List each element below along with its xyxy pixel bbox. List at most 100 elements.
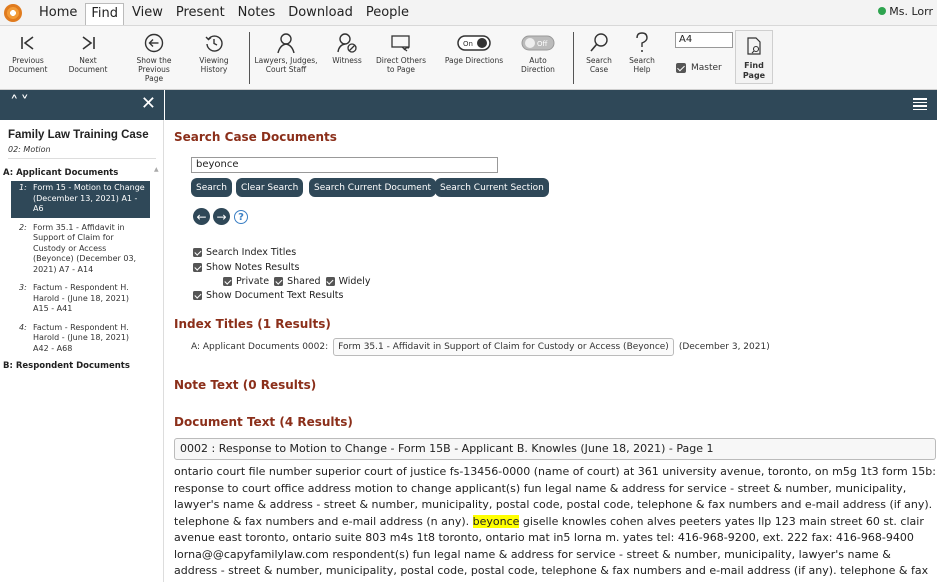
index-result-date: (December 3, 2021): [678, 342, 770, 352]
witness-label: Witness: [332, 56, 362, 65]
doc-label: Factum - Respondent H. Harold - (June 18…: [33, 283, 130, 313]
menu-bar: Home Find View Present Notes Download Pe…: [0, 0, 937, 26]
section-respondent-documents[interactable]: B: Respondent Documents: [3, 361, 163, 371]
search-case-label: Search Case: [586, 56, 612, 74]
scroll-up-icon[interactable]: ▲: [154, 166, 159, 173]
doc-label: Form 35.1 - Affidavit in Support of Clai…: [33, 222, 137, 274]
search-current-section-button[interactable]: Search Current Section: [435, 178, 549, 197]
document-result-text[interactable]: ontario court file number superior court…: [174, 464, 936, 582]
show-previous-page-label: Show the Previous Page: [136, 56, 172, 83]
section-applicant-documents[interactable]: A: Applicant Documents: [3, 168, 163, 178]
menu-find[interactable]: Find: [85, 3, 125, 25]
collapse-expand-icon[interactable]: ˄˅: [10, 93, 31, 113]
user-status[interactable]: Ms. Lorr: [878, 5, 933, 18]
case-title: Family Law Training Case: [8, 129, 149, 141]
doc-label: Form 15 - Motion to Change (December 13,…: [33, 183, 145, 213]
show-document-text-checkbox[interactable]: Show Document Text Results: [193, 290, 343, 301]
page-directions-toggle[interactable]: On Page Directions: [444, 30, 504, 65]
skip-previous-icon: [21, 36, 34, 50]
clear-search-button[interactable]: Clear Search: [236, 178, 304, 197]
previous-document-button[interactable]: Previous Document: [8, 30, 48, 74]
document-result-header[interactable]: 0002 : Response to Motion to Change - Fo…: [174, 438, 936, 460]
menu-notes[interactable]: Notes: [233, 2, 281, 23]
search-index-titles-checkbox[interactable]: Search Index Titles: [193, 247, 296, 258]
search-case-button[interactable]: Search Case: [580, 30, 618, 74]
back-arrow-icon: [144, 33, 164, 53]
doc-number: 1:: [19, 183, 27, 192]
divider: [8, 158, 156, 159]
option-label: Shared: [287, 276, 321, 287]
master-label: Master: [691, 63, 722, 73]
index-titles-heading: Index Titles (1 Results): [174, 317, 331, 331]
index-result-link[interactable]: Form 35.1 - Affidavit in Support of Clai…: [333, 338, 674, 356]
sidebar-header: ˄˅ ✕: [0, 90, 164, 120]
menu-view[interactable]: View: [127, 2, 168, 23]
close-icon[interactable]: ✕: [141, 93, 156, 114]
user-name: Ms. Lorr: [889, 5, 933, 18]
sidebar-doc-item[interactable]: 3: Factum - Respondent H. Harold - (June …: [11, 281, 150, 318]
search-current-document-button[interactable]: Search Current Document: [309, 178, 437, 197]
help-icon[interactable]: ?: [234, 210, 248, 224]
menu-download[interactable]: Download: [283, 2, 358, 23]
witness-icon: [337, 33, 357, 53]
search-help-label: Search Help: [629, 56, 655, 74]
app-logo-icon: [4, 3, 22, 22]
doc-number: 3:: [19, 283, 27, 292]
checkbox-checked-icon: [676, 63, 686, 73]
checkbox-checked-icon: [193, 291, 202, 300]
notes-visibility-options: Private Shared Widely: [223, 276, 371, 287]
search-input[interactable]: beyonce: [191, 157, 498, 173]
next-result-icon[interactable]: →: [213, 208, 230, 225]
private-checkbox[interactable]: [223, 277, 232, 286]
checkbox-checked-icon: [193, 248, 202, 257]
auto-direction-label: Auto Direction: [521, 56, 555, 74]
menu-people[interactable]: People: [361, 2, 414, 23]
note-text-heading: Note Text (0 Results): [174, 378, 317, 392]
svg-text:Off: Off: [537, 40, 548, 48]
menu-present[interactable]: Present: [171, 2, 230, 23]
sidebar-doc-item[interactable]: 2: Form 35.1 - Affidavit in Support of Cl…: [11, 221, 150, 279]
find-page-label: Find Page: [742, 61, 766, 80]
document-text-heading: Document Text (4 Results): [174, 415, 353, 429]
next-document-label: Next Document: [68, 56, 108, 74]
search-help-button[interactable]: Search Help: [624, 30, 660, 74]
auto-direction-toggle[interactable]: Off Auto Direction: [516, 30, 560, 74]
page-directions-label: Page Directions: [444, 56, 504, 65]
toggle-off-icon: Off: [521, 35, 555, 51]
master-checkbox[interactable]: Master: [676, 63, 722, 73]
toolbar-divider: [249, 32, 250, 84]
toolbar: Previous Document Next Document Show the…: [0, 26, 937, 90]
svg-text:On: On: [463, 40, 473, 48]
lawyers-judges-staff-button[interactable]: Lawyers, Judges, Court Staff: [254, 30, 318, 74]
shared-checkbox[interactable]: [274, 277, 284, 286]
sidebar-doc-item[interactable]: 1: Form 15 - Motion to Change (December 1…: [11, 181, 150, 218]
toggle-on-icon: On: [457, 35, 491, 51]
index-result-row: A: Applicant Documents 0002: Form 35.1 -…: [191, 338, 770, 356]
direct-others-to-page-button[interactable]: Direct Others to Page: [374, 30, 428, 74]
sidebar-doc-item[interactable]: 4: Factum - Respondent H. Harold - (June …: [11, 321, 150, 358]
show-previous-page-button[interactable]: Show the Previous Page: [128, 30, 180, 83]
page-number-input[interactable]: A4: [675, 32, 733, 48]
menu-home[interactable]: Home: [34, 2, 82, 23]
witness-button[interactable]: Witness: [328, 30, 366, 65]
widely-checkbox[interactable]: [325, 277, 335, 286]
doc-label: Factum - Respondent H. Harold - (June 18…: [33, 322, 130, 353]
show-notes-results-checkbox[interactable]: Show Notes Results: [193, 262, 299, 273]
index-result-prefix: A: Applicant Documents 0002:: [191, 342, 329, 352]
lawyers-judges-staff-label: Lawyers, Judges, Court Staff: [254, 56, 318, 74]
cast-screen-icon: [391, 35, 410, 52]
next-document-button[interactable]: Next Document: [68, 30, 108, 74]
previous-result-icon[interactable]: ←: [193, 208, 210, 225]
option-label: Search Index Titles: [206, 247, 297, 258]
checkbox-checked-icon: [193, 263, 202, 272]
main-header: [165, 90, 937, 120]
search-button[interactable]: Search: [191, 178, 232, 197]
history-icon: [205, 35, 223, 52]
search-panel: Search Case Documents beyonce Search Cle…: [165, 120, 937, 582]
find-page-button[interactable]: Find Page: [735, 30, 773, 84]
option-label: Show Notes Results: [206, 262, 300, 273]
viewing-history-button[interactable]: Viewing History: [192, 30, 236, 74]
menu-lines-icon[interactable]: [913, 98, 927, 112]
toolbar-divider: [573, 32, 574, 84]
skip-next-icon: [82, 36, 95, 50]
